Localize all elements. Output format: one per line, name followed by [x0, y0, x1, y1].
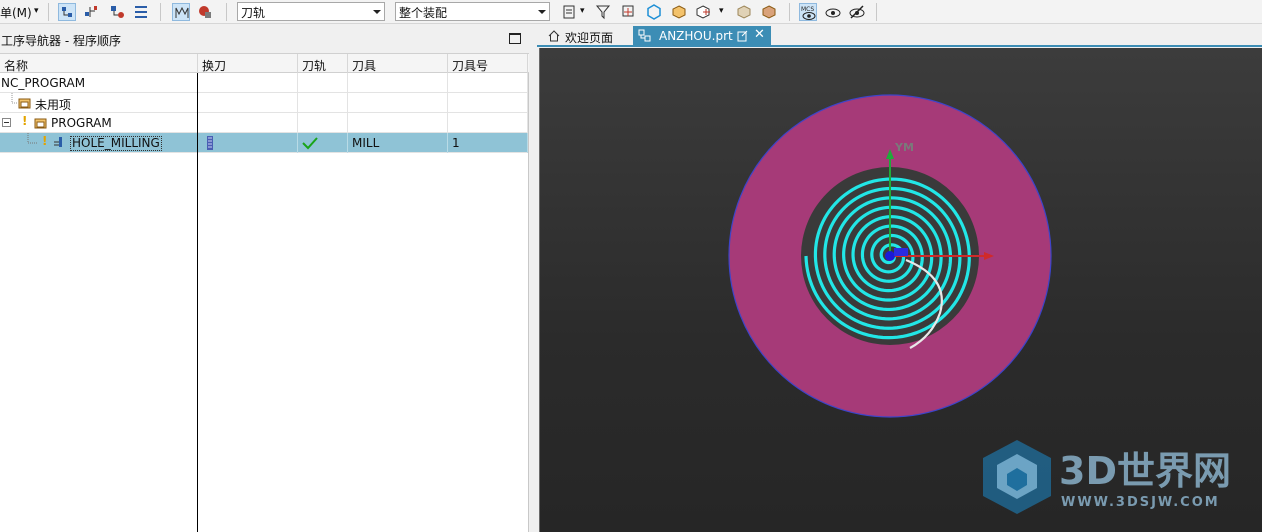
row-cell	[448, 73, 528, 93]
snap-point-icon[interactable]	[620, 3, 638, 21]
row-cell	[448, 113, 528, 133]
column-header-name[interactable]: 名称	[0, 54, 198, 73]
row-cell	[348, 93, 448, 113]
close-icon[interactable]: ✕	[754, 27, 765, 42]
tab-welcome-label: 欢迎页面	[565, 31, 614, 45]
machine-tool-view-icon[interactable]	[82, 3, 100, 21]
tab-welcome[interactable]: 欢迎页面	[541, 26, 619, 46]
chevron-down-icon	[373, 10, 381, 14]
toolbar-separator	[48, 3, 49, 21]
hexagon-select-icon[interactable]	[645, 3, 663, 21]
row-cell	[298, 93, 348, 113]
hide-icon[interactable]	[848, 3, 866, 21]
menu-dropdown-arrow-icon[interactable]: ▾	[34, 6, 39, 16]
table-row[interactable]: 未用项	[0, 93, 528, 113]
row-name-program: PROGRAM	[51, 116, 112, 130]
row-name-unused: 未用项	[35, 98, 72, 112]
program-order-view-icon[interactable]	[58, 3, 76, 21]
row-name-nc-program: NC_PROGRAM	[0, 73, 198, 93]
row-cell	[348, 73, 448, 93]
menu-button[interactable]: 单(M)	[0, 4, 32, 21]
row-cell	[198, 73, 298, 93]
tree-connector	[27, 133, 38, 144]
checkmark-icon	[302, 137, 318, 150]
graphics-viewport[interactable]: YM 3D世界网 WWW.3DSJW.COM	[539, 48, 1262, 532]
toolbar-separator	[160, 3, 161, 21]
toolbar-separator	[226, 3, 227, 21]
verify-toolpath-icon[interactable]	[196, 3, 214, 21]
navigator-column-headers: 名称 换刀 刀轨 刀具 刀具号	[0, 53, 529, 73]
show-mcs-icon[interactable]: MCS	[799, 3, 817, 21]
warning-icon: !	[22, 114, 28, 128]
operation-navigator-panel: 工序导航器 - 程序顺序 名称 换刀 刀轨 刀具 刀具号 NC_PROGRAM …	[0, 25, 529, 532]
main-toolbar: 单(M) ▾ 刀轨 整个装配 ▾ ▾ MCS	[0, 0, 1262, 24]
type-filter-icon[interactable]	[561, 3, 579, 21]
selection-filter-icon[interactable]	[594, 3, 612, 21]
column-header-tool-change[interactable]: 换刀	[198, 54, 298, 73]
folder-icon	[18, 98, 31, 109]
document-tabs: 欢迎页面 ANZHOU.prt ✕	[537, 25, 1262, 47]
toolpath-filter-select[interactable]: 刀轨	[237, 2, 385, 21]
part-file-icon	[638, 29, 651, 42]
modified-icon	[737, 30, 748, 42]
maximize-icon[interactable]	[509, 33, 521, 44]
table-row[interactable]: ! PROGRAM	[0, 113, 528, 133]
chevron-down-icon	[538, 10, 546, 14]
row-name-cell: ! HOLE_MILLING	[0, 133, 198, 153]
column-header-tool[interactable]: 刀具	[348, 54, 448, 73]
watermark-url: WWW.3DSJW.COM	[1061, 495, 1220, 510]
row-cell	[298, 133, 348, 153]
origin-marker	[885, 251, 895, 261]
assembly-scope-select[interactable]: 整个装配	[395, 2, 550, 21]
table-row[interactable]: NC_PROGRAM	[0, 73, 528, 93]
column-header-tool-number[interactable]: 刀具号	[448, 54, 528, 73]
watermark-brand: 3D世界网	[1059, 449, 1231, 493]
hole-milling-operation-icon	[54, 137, 62, 147]
svg-text:MCS: MCS	[801, 6, 814, 13]
navigator-title: 工序导航器 - 程序顺序	[0, 25, 529, 53]
row-name-cell: 未用项	[0, 93, 198, 113]
toolbar-separator	[789, 3, 790, 21]
tree-connector	[11, 93, 18, 104]
watermark-logo: 3D世界网 WWW.3DSJW.COM	[983, 440, 1231, 514]
row-cell	[298, 73, 348, 93]
assembly-scope-value: 整个装配	[399, 6, 448, 20]
row-name-hole-milling: HOLE_MILLING	[70, 136, 162, 151]
collapse-icon[interactable]	[2, 118, 11, 127]
column-header-toolpath[interactable]: 刀轨	[298, 54, 348, 73]
row-name-cell: ! PROGRAM	[0, 113, 198, 133]
row-cell	[348, 113, 448, 133]
table-row-selected[interactable]: ! HOLE_MILLING MILL 1	[0, 133, 528, 153]
row-cell	[198, 113, 298, 133]
navigator-tree: NC_PROGRAM 未用项 ! PROGRAM ! HOLE_MILLING …	[0, 73, 529, 532]
folder-icon	[34, 118, 47, 129]
tab-part[interactable]: ANZHOU.prt ✕	[633, 26, 771, 46]
chevron-down-icon[interactable]: ▾	[580, 6, 585, 16]
row-cell	[198, 93, 298, 113]
face-select-icon[interactable]	[694, 3, 712, 21]
generate-toolpath-icon[interactable]	[172, 3, 190, 21]
row-tool-cell: MILL	[348, 133, 448, 153]
row-cell	[198, 133, 298, 153]
toolbar-separator	[876, 3, 877, 21]
warning-icon: !	[42, 134, 48, 148]
row-cell	[298, 113, 348, 133]
toolpath-filter-value: 刀轨	[241, 6, 266, 20]
y-axis-label: YM	[894, 141, 914, 154]
row-cell	[448, 93, 528, 113]
row-tool-number-cell: 1	[448, 133, 528, 153]
geometry-view-icon[interactable]	[108, 3, 126, 21]
chevron-down-icon[interactable]: ▾	[719, 6, 724, 16]
tool-change-icon	[207, 136, 213, 150]
body-select-icon[interactable]	[670, 3, 688, 21]
show-hide-icon[interactable]	[824, 3, 842, 21]
home-icon	[548, 30, 560, 42]
column-splitter[interactable]	[197, 73, 198, 532]
tab-part-label: ANZHOU.prt	[659, 29, 733, 43]
component-icon[interactable]	[735, 3, 753, 21]
method-view-icon[interactable]	[132, 3, 150, 21]
mcs-marker	[894, 248, 908, 256]
assembly-component-icon[interactable]	[760, 3, 778, 21]
